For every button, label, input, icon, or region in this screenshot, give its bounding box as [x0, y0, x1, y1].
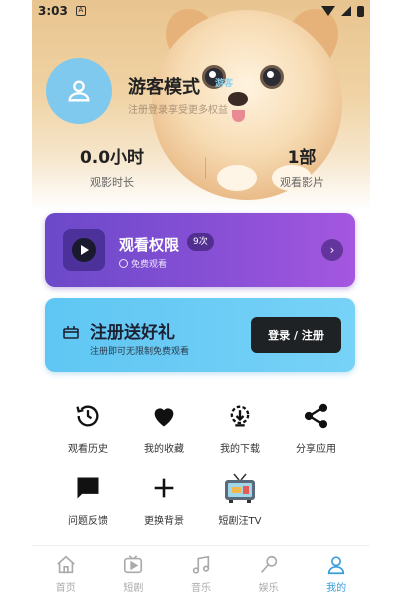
- tab-short-drama[interactable]: 短剧: [100, 546, 168, 600]
- dog-illustration-nose: [228, 92, 248, 106]
- login-hint[interactable]: 注册登录享受更多权益: [128, 101, 228, 116]
- tab-label: 首页: [55, 583, 76, 594]
- stat-value: 0.0小时: [79, 148, 145, 168]
- stat-label: 观影时长: [90, 176, 134, 189]
- user-icon: [68, 80, 90, 102]
- register-gift-card: 注册送好礼 注册即可无限制免费观看 登录 / 注册: [45, 298, 355, 372]
- battery-icon: [357, 5, 364, 17]
- grid-item-downloads[interactable]: 我的下载: [202, 400, 278, 455]
- username[interactable]: 游客模式: [128, 73, 200, 99]
- watch-count-badge: 9次: [187, 233, 214, 251]
- stat-label: 观看影片: [280, 176, 324, 189]
- play-square-icon: [124, 555, 143, 574]
- register-title: 注册送好礼: [90, 323, 175, 343]
- stats-row: 0.0小时 观影时长 1部 观看影片: [32, 143, 370, 193]
- grid-item-label: 短剧汪TV: [218, 516, 262, 527]
- play-circle: [72, 238, 96, 262]
- watch-permission-card[interactable]: 观看权限 9次 免费观看 ›: [45, 213, 355, 287]
- app-root: 3:03 A 游客模式 游客 注册登录享受更多权益 0.0小时 观影时长 1部 …: [0, 0, 400, 600]
- tab-mine[interactable]: 我的: [302, 546, 370, 600]
- watch-permission-title: 观看权限: [119, 236, 180, 254]
- stat-watched-count: 1部 观看影片: [262, 143, 342, 190]
- grid-item-label: 我的收藏: [144, 444, 184, 455]
- wifi-icon: [321, 6, 335, 16]
- grid-item-change-background[interactable]: 更换背景: [126, 472, 202, 527]
- grid-item-tv[interactable]: 短剧汪TV: [202, 472, 278, 527]
- tab-label: 音乐: [190, 583, 211, 594]
- gift-icon: [63, 326, 79, 339]
- status-bar: 3:03 A: [32, 0, 370, 22]
- history-icon: [76, 405, 99, 427]
- free-watch-label: 免费观看: [131, 260, 168, 270]
- register-subtitle: 注册即可无限制免费观看: [90, 347, 190, 357]
- feedback-icon: [77, 477, 99, 499]
- grid-item-label: 分享应用: [296, 444, 336, 455]
- music-icon: [192, 555, 210, 574]
- guest-badge: 游客: [215, 79, 234, 89]
- grid-item-label: 观看历史: [68, 444, 108, 455]
- grid-item-label: 我的下载: [220, 444, 260, 455]
- home-icon: [56, 555, 75, 574]
- bottom-tab-bar: 首页 短剧 音乐 娱乐 我的: [32, 545, 370, 600]
- plus-icon: [154, 478, 174, 498]
- dog-illustration-eye: [260, 65, 284, 89]
- stats-divider: [205, 157, 206, 179]
- user-icon: [328, 556, 345, 575]
- signal-icon: [341, 6, 351, 16]
- watch-permission-subtitle: 免费观看: [119, 257, 167, 270]
- avatar[interactable]: [46, 58, 112, 124]
- tab-label: 短剧: [123, 583, 144, 594]
- phone-screen: 3:03 A 游客模式 游客 注册登录享受更多权益 0.0小时 观影时长 1部 …: [32, 0, 370, 600]
- status-icons: [321, 5, 364, 17]
- tv-icon: [225, 473, 255, 503]
- stat-watch-time: 0.0小时 观影时长: [72, 143, 152, 190]
- grid-item-label: 问题反馈: [68, 516, 108, 527]
- share-icon: [304, 403, 328, 429]
- tab-entertainment[interactable]: 娱乐: [235, 546, 303, 600]
- status-time: 3:03: [38, 4, 68, 18]
- play-icon: [63, 229, 105, 271]
- tab-label: 我的: [326, 583, 347, 594]
- play-triangle: [81, 245, 89, 255]
- sim-icon: A: [75, 6, 86, 16]
- grid-item-history[interactable]: 观看历史: [50, 400, 126, 455]
- tab-home[interactable]: 首页: [32, 546, 100, 600]
- stat-value: 1部: [287, 148, 317, 168]
- heart-icon: [154, 408, 174, 427]
- clock-icon: [119, 259, 128, 268]
- grid-item-label: 更换背景: [144, 516, 184, 527]
- grid-item-feedback[interactable]: 问题反馈: [50, 472, 126, 527]
- grid-item-favorites[interactable]: 我的收藏: [126, 400, 202, 455]
- login-register-button[interactable]: 登录 / 注册: [251, 317, 341, 353]
- download-icon: [230, 405, 250, 427]
- tab-label: 娱乐: [258, 583, 279, 594]
- mic-icon: [260, 555, 277, 573]
- chevron-right-icon[interactable]: ›: [321, 239, 343, 261]
- tab-music[interactable]: 音乐: [167, 546, 235, 600]
- grid-item-share[interactable]: 分享应用: [278, 400, 354, 455]
